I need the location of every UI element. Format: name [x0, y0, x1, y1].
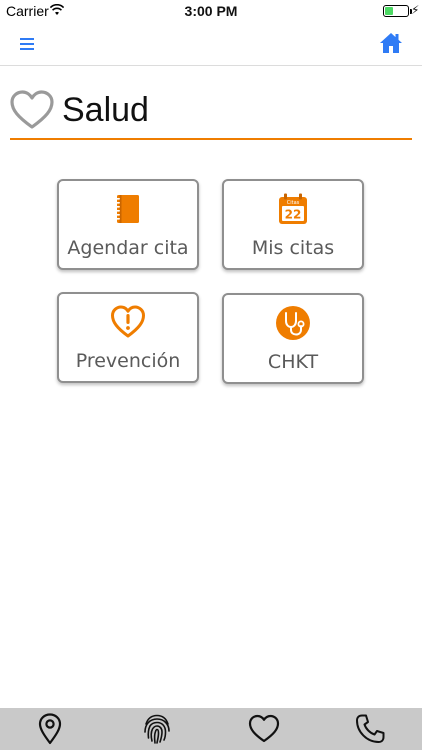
tab-bar — [0, 708, 422, 750]
heart-alert-icon — [111, 305, 145, 338]
page-title: Salud — [62, 91, 149, 129]
mis-citas-button[interactable]: Citas 22 Mis citas — [222, 179, 364, 270]
tab-fingerprint[interactable] — [140, 712, 174, 746]
home-icon[interactable] — [379, 31, 403, 55]
page-header: Salud — [10, 84, 412, 140]
battery-icon — [383, 5, 412, 17]
tile-label: Prevención — [75, 350, 181, 372]
calendar-icon: Citas 22 — [279, 193, 307, 224]
calendar-header-text: Citas — [287, 200, 300, 206]
tab-phone[interactable] — [353, 712, 387, 746]
tab-health[interactable] — [247, 712, 281, 746]
charging-icon: ⚡ — [411, 3, 420, 17]
tile-label: Mis citas — [251, 237, 335, 259]
fingerprint-icon — [144, 714, 170, 744]
phone-icon — [356, 714, 385, 743]
calendar-day-text: 22 — [285, 208, 302, 222]
agendar-cita-button[interactable]: Agendar cita — [57, 179, 199, 270]
menu-icon[interactable] — [16, 33, 38, 55]
tile-label: Agendar cita — [67, 237, 189, 259]
tab-location[interactable] — [33, 712, 67, 746]
nav-bar — [0, 22, 422, 66]
status-time: 3:00 PM — [184, 3, 238, 19]
battery-level — [385, 7, 393, 15]
stethoscope-icon — [276, 306, 310, 340]
heart-outline-icon — [10, 90, 54, 129]
heart-icon — [248, 714, 280, 743]
status-bar: Carrier 3:00 PM ⚡ — [0, 0, 422, 22]
notebook-icon — [115, 195, 139, 223]
chkt-button[interactable]: CHKT — [222, 293, 364, 384]
tile-label: CHKT — [267, 351, 319, 373]
prevencion-button[interactable]: Prevención — [57, 292, 199, 383]
location-pin-icon — [38, 713, 62, 745]
